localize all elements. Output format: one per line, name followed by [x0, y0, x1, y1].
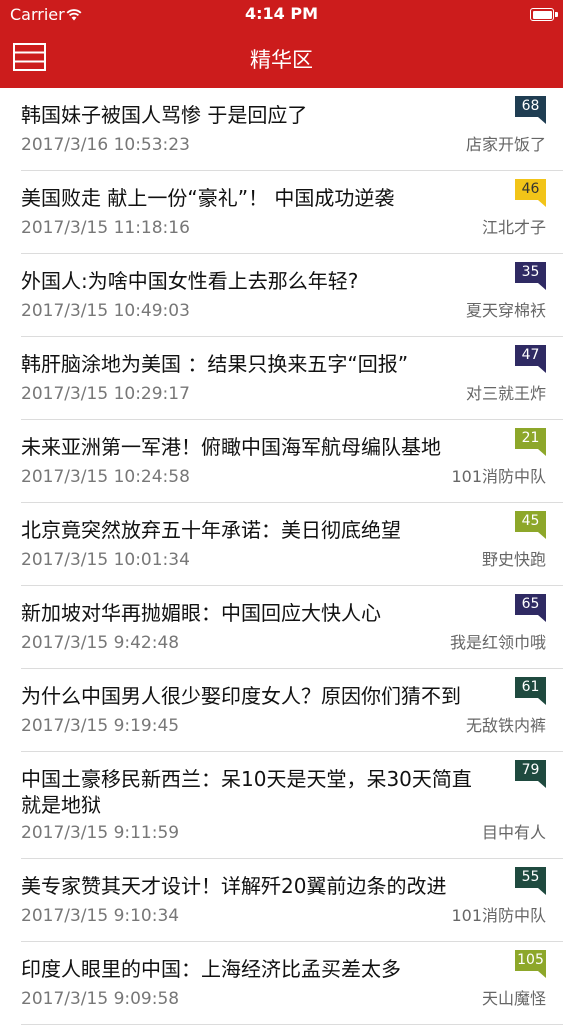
article-title: 外国人:为啥中国女性看上去那么年轻? [21, 269, 359, 293]
comment-count-badge: 65 [515, 594, 546, 622]
article-author: 江北才子 [481, 218, 546, 237]
article-date: 2017/3/15 10:24:58 [21, 467, 190, 487]
article-title: 印度人眼里的中国：上海经济比孟买差太多 [21, 957, 401, 981]
comment-count-badge: 21 [515, 428, 546, 456]
article-title: 美国败走 献上一份“豪礼”！ 中国成功逆袭 [21, 186, 395, 210]
battery-icon [530, 8, 558, 21]
article-date: 2017/3/15 9:19:45 [21, 716, 180, 736]
article-title: 中国土豪移民新西兰：呆10天是天堂，呆30天简直就是地狱 [21, 767, 472, 817]
article-item[interactable]: 印度人眼里的中国：上海经济比孟买差太多 2017/3/15 9:09:58 天山… [21, 942, 563, 1025]
article-item[interactable]: 中国土豪移民新西兰：呆10天是天堂，呆30天简直就是地狱 2017/3/15 9… [21, 752, 563, 859]
article-title: 韩肝脑涂地为美国 ：结果只换来五字“回报” [21, 352, 409, 376]
article-date: 2017/3/16 10:53:23 [21, 135, 190, 155]
article-title: 为什么中国男人很少娶印度女人？原因你们猜不到 [21, 684, 461, 708]
comment-count-badge: 46 [515, 179, 546, 207]
comment-count-badge: 55 [515, 867, 546, 895]
article-item[interactable]: 美专家赞其天才设计！详解歼20翼前边条的改进 2017/3/15 9:10:34… [21, 859, 563, 942]
article-author: 店家开饭了 [465, 135, 546, 154]
article-item[interactable]: 韩国妹子被国人骂惨 于是回应了 2017/3/16 10:53:23 店家开饭了… [21, 88, 563, 171]
article-author: 对三就王炸 [465, 384, 546, 403]
article-date: 2017/3/15 9:42:48 [21, 633, 180, 653]
article-author: 夏天穿棉袄 [465, 301, 546, 320]
article-date: 2017/3/15 9:10:34 [21, 906, 180, 926]
article-item[interactable]: 韩肝脑涂地为美国 ：结果只换来五字“回报” 2017/3/15 10:29:17… [21, 337, 563, 420]
comment-count-badge: 79 [515, 760, 546, 788]
comment-count-badge: 45 [515, 511, 546, 539]
article-date: 2017/3/15 11:18:16 [21, 218, 190, 238]
article-title: 北京竟突然放弃五十年承诺：美日彻底绝望 [21, 518, 401, 542]
article-date: 2017/3/15 10:01:34 [21, 550, 190, 570]
article-date: 2017/3/15 9:11:59 [21, 823, 180, 843]
status-time: 4:14 PM [244, 4, 318, 23]
article-item[interactable]: 美国败走 献上一份“豪礼”！ 中国成功逆袭 2017/3/15 11:18:16… [21, 171, 563, 254]
article-title: 韩国妹子被国人骂惨 于是回应了 [21, 103, 308, 127]
comment-count-badge: 47 [515, 345, 546, 373]
article-date: 2017/3/15 10:49:03 [21, 301, 190, 321]
article-title: 美专家赞其天才设计！详解歼20翼前边条的改进 [21, 874, 447, 898]
article-item[interactable]: 新加坡对华再抛媚眼：中国回应大快人心 2017/3/15 9:42:48 我是红… [21, 586, 563, 669]
comment-count-badge: 105 [515, 950, 546, 978]
comment-count-badge: 68 [515, 96, 546, 124]
status-bar: Carrier 4:14 PM [0, 0, 563, 29]
article-item[interactable]: 北京竟突然放弃五十年承诺：美日彻底绝望 2017/3/15 10:01:34 野… [21, 503, 563, 586]
article-author: 我是红领巾哦 [449, 633, 546, 652]
article-title: 未来亚洲第一军港！俯瞰中国海军航母编队基地 [21, 435, 441, 459]
article-author: 101消防中队 [451, 906, 546, 925]
article-author: 天山魔怪 [481, 989, 546, 1008]
article-title: 新加坡对华再抛媚眼：中国回应大快人心 [21, 601, 381, 625]
article-item[interactable]: 为什么中国男人很少娶印度女人？原因你们猜不到 2017/3/15 9:19:45… [21, 669, 563, 752]
article-author: 无敌铁内裤 [465, 716, 546, 735]
comment-count-badge: 61 [515, 677, 546, 705]
article-author: 101消防中队 [451, 467, 546, 486]
article-list: 韩国妹子被国人骂惨 于是回应了 2017/3/16 10:53:23 店家开饭了… [0, 88, 563, 1025]
article-author: 目中有人 [481, 823, 546, 842]
article-date: 2017/3/15 9:09:58 [21, 989, 180, 1009]
comment-count-badge: 35 [515, 262, 546, 290]
page-title: 精华区 [250, 48, 313, 72]
article-item[interactable]: 未来亚洲第一军港！俯瞰中国海军航母编队基地 2017/3/15 10:24:58… [21, 420, 563, 503]
article-author: 野史快跑 [481, 550, 546, 569]
article-item[interactable]: 外国人:为啥中国女性看上去那么年轻? 2017/3/15 10:49:03 夏天… [21, 254, 563, 337]
navigation-bar: 精华区 [0, 29, 563, 88]
article-date: 2017/3/15 10:29:17 [21, 384, 190, 404]
